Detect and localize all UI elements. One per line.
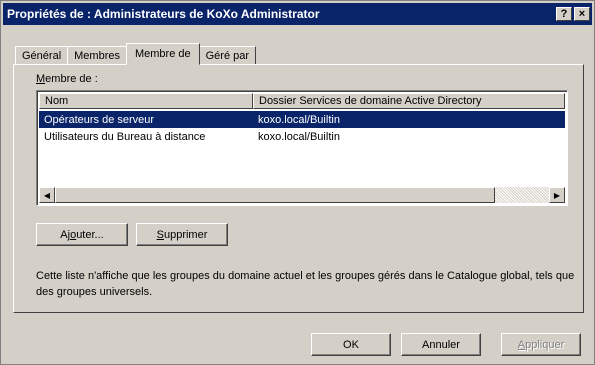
help-icon[interactable]: ? bbox=[556, 7, 572, 21]
column-header-name[interactable]: Nom bbox=[39, 93, 253, 109]
close-icon[interactable]: × bbox=[574, 7, 590, 21]
horizontal-scrollbar[interactable]: ◀ ▶ bbox=[39, 187, 565, 203]
apply-button[interactable]: Appliquer bbox=[501, 333, 581, 356]
tab-managed-by[interactable]: Géré par bbox=[198, 46, 257, 65]
list-row[interactable]: Utilisateurs du Bureau à distance koxo.l… bbox=[39, 128, 565, 145]
scroll-left-icon[interactable]: ◀ bbox=[39, 187, 55, 203]
row-folder: koxo.local/Builtin bbox=[258, 113, 340, 126]
member-of-label: Membre de : bbox=[36, 73, 98, 85]
row-name: Utilisateurs du Bureau à distance bbox=[44, 130, 206, 143]
tab-members[interactable]: Membres bbox=[67, 46, 127, 65]
cancel-button[interactable]: Annuler bbox=[401, 333, 481, 356]
tab-strip: Général Membres Membre de Géré par bbox=[15, 43, 257, 65]
column-header-folder[interactable]: Dossier Services de domaine Active Direc… bbox=[253, 93, 565, 109]
member-of-list[interactable]: Nom Dossier Services de domaine Active D… bbox=[36, 90, 568, 206]
list-header: Nom Dossier Services de domaine Active D… bbox=[39, 93, 565, 109]
window-title: Propriétés de : Administrateurs de KoXo … bbox=[7, 7, 320, 21]
tab-general[interactable]: Général bbox=[15, 46, 69, 65]
info-text: Cette liste n'affiche que les groupes du… bbox=[36, 270, 575, 298]
remove-button[interactable]: Supprimer bbox=[136, 223, 228, 246]
scroll-right-icon[interactable]: ▶ bbox=[549, 187, 565, 203]
tab-member-of[interactable]: Membre de bbox=[125, 43, 200, 65]
ok-button[interactable]: OK bbox=[311, 333, 391, 356]
row-name: Opérateurs de serveur bbox=[44, 113, 155, 126]
properties-dialog: Propriétés de : Administrateurs de KoXo … bbox=[0, 0, 595, 365]
list-row[interactable]: Opérateurs de serveur koxo.local/Builtin bbox=[39, 111, 565, 128]
row-folder: koxo.local/Builtin bbox=[258, 130, 340, 143]
tab-panel: Membre de : Nom Dossier Services de doma… bbox=[13, 64, 584, 313]
title-bar[interactable]: Propriétés de : Administrateurs de KoXo … bbox=[3, 3, 592, 25]
scroll-thumb[interactable] bbox=[55, 187, 495, 203]
add-button[interactable]: Aj o uter... bbox=[36, 223, 128, 246]
